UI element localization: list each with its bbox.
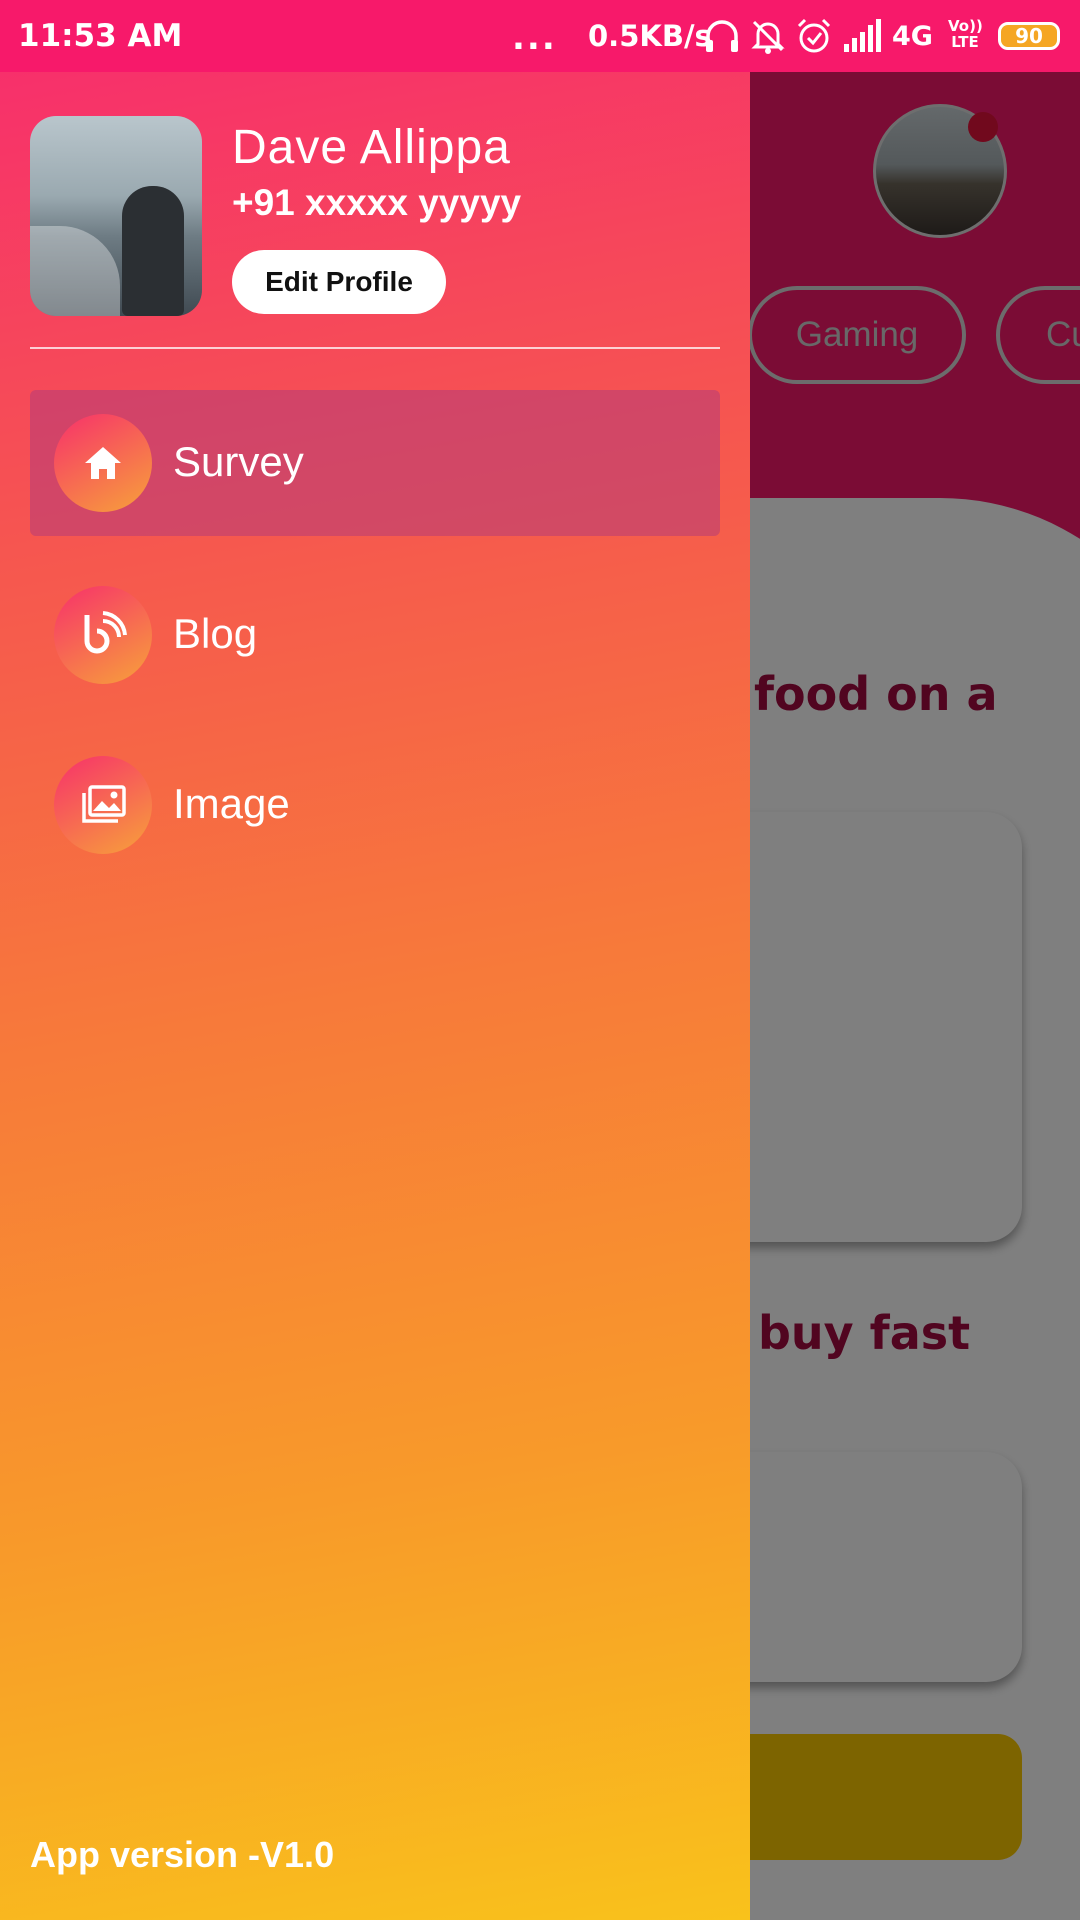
edit-profile-button[interactable]: Edit Profile [232, 250, 446, 314]
mute-notification-icon [751, 20, 785, 54]
menu-item-survey[interactable]: Survey [30, 390, 720, 536]
menu-label: Image [173, 780, 290, 827]
status-time: 11:53 AM [18, 18, 183, 54]
menu-item-image[interactable]: Image [30, 732, 720, 878]
photo-figure [122, 186, 184, 316]
menu-item-blog[interactable]: Blog [30, 562, 720, 708]
status-bar: 11:53 AM ... 0.5KB/s 4G Vo)) LTE 90 [0, 0, 1080, 72]
navigation-drawer: Dave Allippa +91 xxxxx yyyyy Edit Profil… [0, 72, 750, 1920]
alarm-icon [797, 18, 831, 53]
volte-bottom: LTE [951, 33, 979, 51]
home-icon [54, 414, 152, 512]
image-gallery-icon [54, 756, 152, 854]
network-type: 4G [892, 20, 933, 52]
headphones-icon [706, 20, 738, 52]
user-name: Dave Allippa [232, 121, 511, 174]
rss-icon [54, 586, 152, 684]
network-speed: 0.5KB/s [588, 19, 712, 53]
volte-indicator: Vo)) LTE [948, 17, 983, 51]
signal-icon [844, 19, 881, 52]
volte-top: Vo)) [948, 17, 983, 35]
menu-label: Survey [173, 438, 304, 485]
battery-indicator: 90 [998, 22, 1060, 50]
divider [30, 347, 720, 349]
user-phone: +91 xxxxx yyyyy [232, 182, 522, 223]
app-version: App version -V1.0 [30, 1834, 335, 1875]
profile-photo [30, 116, 202, 316]
menu-label: Blog [173, 610, 258, 657]
screen: 11:53 AM ... 0.5KB/s 4G Vo)) LTE 90 Dave… [0, 0, 1080, 1920]
photo-wave [30, 226, 120, 316]
status-more-dots: ... [512, 18, 557, 58]
